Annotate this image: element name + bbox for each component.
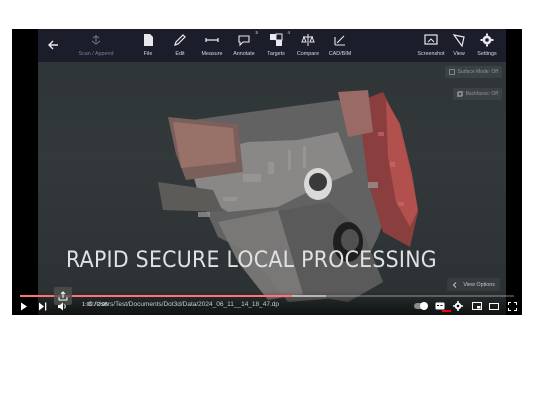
- autoplay-knob: [420, 302, 428, 310]
- screenshot-icon: [424, 33, 438, 47]
- chevron-left-icon: [453, 281, 457, 288]
- theater-icon: [489, 302, 499, 310]
- gear-icon: [480, 33, 494, 47]
- targets-icon: [269, 33, 283, 47]
- video-player[interactable]: Scan / Append File Edit Measure 5 Annota…: [12, 29, 522, 315]
- view-options-button[interactable]: View Options: [447, 278, 500, 291]
- compare-icon: [301, 33, 315, 47]
- backfaces-label: Backfaces: Off: [465, 91, 498, 97]
- skip-next-icon: [38, 302, 46, 310]
- toolbar-label: Annotate: [233, 51, 255, 57]
- toolbar-compare[interactable]: Compare: [291, 31, 325, 61]
- app-viewport[interactable]: Scan / Append File Edit Measure 5 Annota…: [38, 29, 506, 315]
- toolbar-label: Settings: [477, 51, 497, 57]
- scan-file-path: C:/Users/Test/Documents/Dot3d/Data/2024_…: [88, 301, 280, 308]
- targets-count-badge: 4: [287, 30, 290, 35]
- video-headline: RAPID SECURE LOCAL PROCESSING: [66, 248, 437, 273]
- file-icon: [141, 33, 155, 47]
- annotate-count-badge: 5: [255, 30, 258, 35]
- app-toolbar: Scan / Append File Edit Measure 5 Annota…: [38, 29, 506, 62]
- toolbar-scan-append[interactable]: Scan / Append: [78, 31, 114, 61]
- play-icon: [21, 302, 27, 310]
- toolbar-label: Scan / Append: [78, 51, 114, 57]
- surface-mode-label: Surface Mode: Off: [457, 69, 498, 75]
- next-button[interactable]: [36, 300, 48, 312]
- miniplayer-icon: [472, 302, 482, 310]
- point-cloud-view[interactable]: [38, 62, 506, 315]
- view-options-label: View Options: [463, 281, 495, 288]
- toolbar-cad-bim[interactable]: CAD/BIM: [323, 31, 357, 61]
- autoplay-toggle[interactable]: [414, 302, 428, 310]
- toolbar-annotate[interactable]: 5 Annotate: [227, 30, 261, 61]
- back-arrow-icon[interactable]: [46, 38, 60, 52]
- toolbar-edit[interactable]: Edit: [163, 31, 197, 61]
- play-button[interactable]: [18, 300, 30, 312]
- toolbar-targets[interactable]: 4 Targets: [259, 30, 293, 61]
- backfaces-icon: [456, 91, 463, 97]
- toolbar-label: Measure: [201, 51, 223, 57]
- volume-icon: [58, 302, 66, 310]
- captions-active-indicator: [442, 310, 451, 312]
- gear-icon: [453, 301, 463, 311]
- measure-icon: [205, 33, 219, 47]
- volume-button[interactable]: [56, 300, 68, 312]
- comment-icon: [237, 33, 251, 47]
- toolbar-settings[interactable]: Settings: [470, 31, 504, 61]
- scan-icon: [89, 33, 103, 47]
- pencil-icon: [173, 33, 187, 47]
- captions-icon: [435, 302, 445, 310]
- fullscreen-button[interactable]: [506, 300, 518, 312]
- settings-button[interactable]: [452, 300, 464, 312]
- toolbar-label: Screenshot: [417, 51, 445, 57]
- fullscreen-icon: [507, 301, 517, 311]
- toolbar-file[interactable]: File: [131, 31, 165, 61]
- toolbar-label: Edit: [175, 51, 185, 57]
- cad-icon: [333, 33, 347, 47]
- view-icon: [452, 33, 466, 47]
- toolbar-label: CAD/BIM: [328, 51, 352, 57]
- progress-bar[interactable]: [20, 295, 514, 297]
- toolbar-label: Compare: [296, 51, 320, 57]
- theater-mode-button[interactable]: [488, 300, 500, 312]
- surface-mode-toggle[interactable]: Surface Mode: Off: [444, 66, 502, 78]
- toolbar-measure[interactable]: Measure: [195, 31, 229, 61]
- toolbar-label: View: [453, 51, 465, 57]
- toolbar-label: Targets: [267, 51, 285, 57]
- miniplayer-button[interactable]: [471, 300, 483, 312]
- surface-mode-icon: [448, 69, 455, 75]
- toolbar-label: File: [143, 51, 153, 57]
- backfaces-toggle[interactable]: Backfaces: Off: [452, 88, 502, 100]
